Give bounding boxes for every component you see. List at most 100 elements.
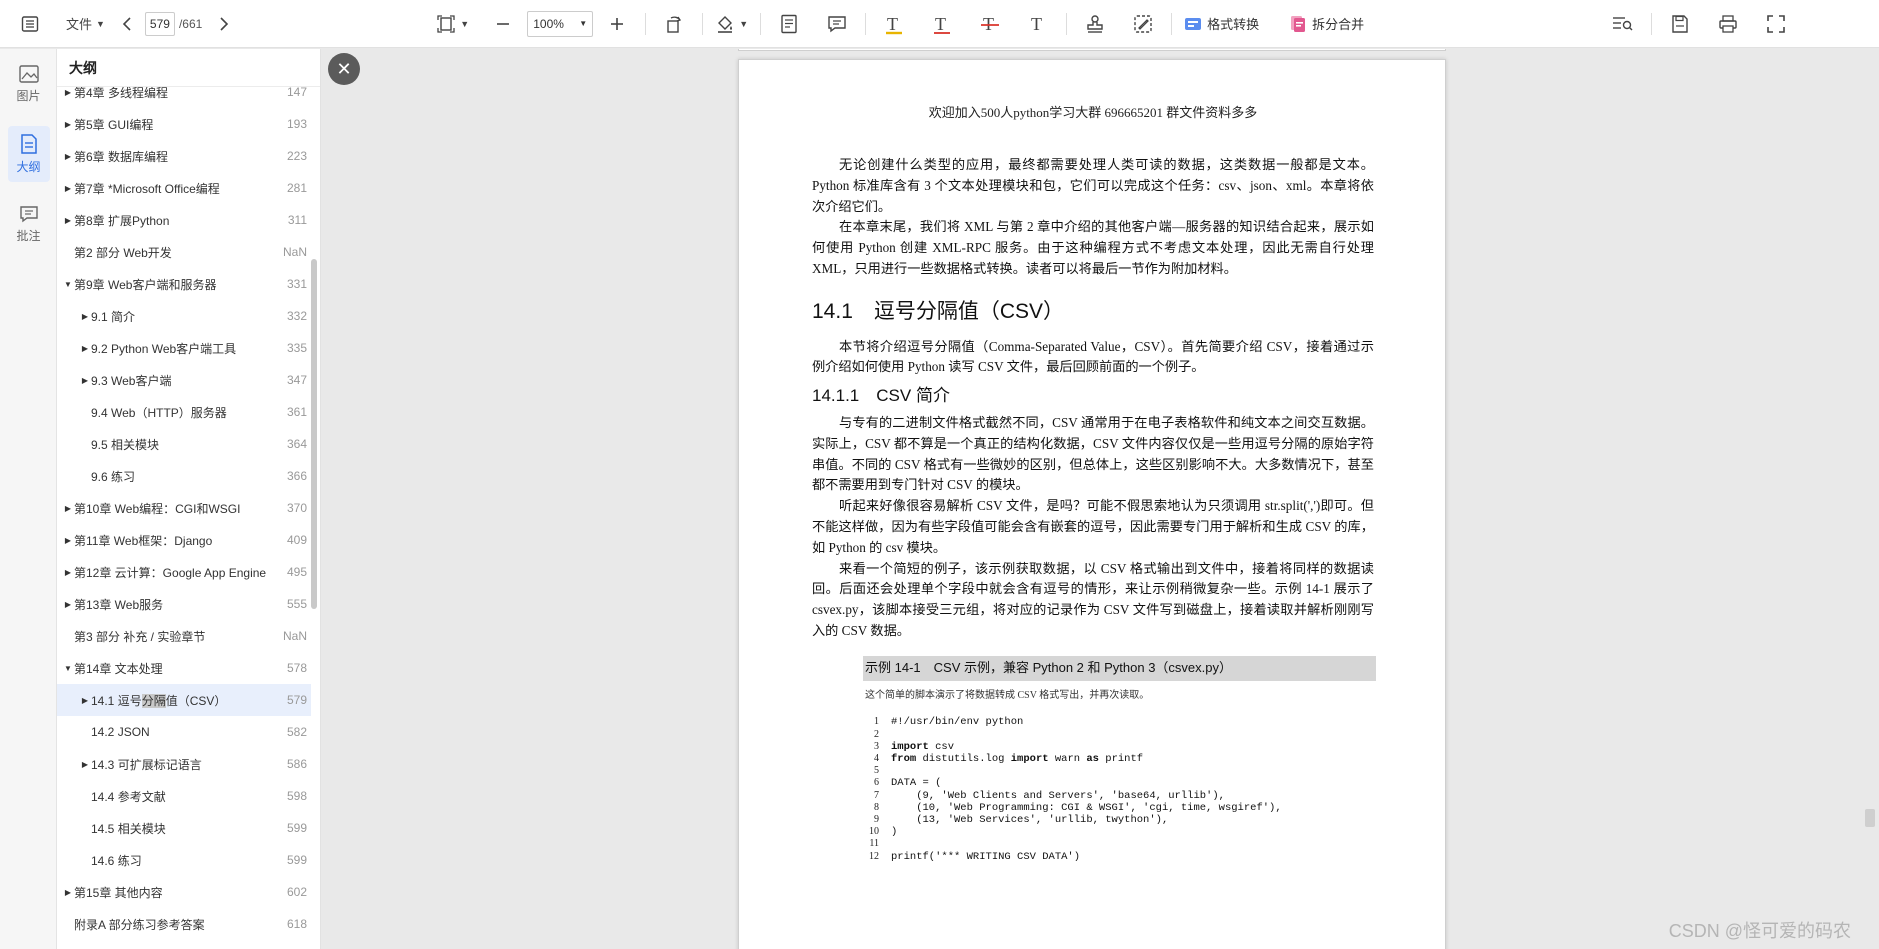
collapsed-arrow-icon[interactable]: ▶ <box>79 344 91 353</box>
example-description: 这个简单的脚本演示了将数据转成 CSV 格式写出，并再次读取。 <box>865 689 1150 701</box>
line-number: 1 <box>874 716 879 728</box>
outline-item[interactable]: 9.5 相关模块 364 <box>57 428 311 460</box>
code-line: 9 (13, 'Web Services', 'urllib, twython'… <box>863 814 1376 826</box>
outline-item[interactable]: 14.4 参考文献 598 <box>57 780 311 812</box>
outline-item[interactable]: ▶ 第13章 Web服务 555 <box>57 588 311 620</box>
strikethrough-text-icon[interactable]: T <box>974 8 1006 40</box>
code-text: (13, 'Web Services', 'urllib, twython'), <box>891 813 1169 826</box>
zoom-select[interactable]: 100% ▼ <box>527 10 594 37</box>
collapsed-arrow-icon[interactable]: ▶ <box>79 760 91 769</box>
outline-item[interactable]: ▶ 14.1 逗号分隔值（CSV） 579 <box>57 684 311 716</box>
prev-page-icon[interactable] <box>111 8 143 40</box>
collapsed-arrow-icon[interactable]: ▶ <box>62 504 74 513</box>
section-heading: 14.1 逗号分隔值（CSV） <box>812 299 1065 323</box>
code-text: printf <box>1098 752 1144 765</box>
highlight-text-icon[interactable]: T <box>878 8 910 40</box>
expanded-arrow-icon[interactable]: ▼ <box>62 664 74 673</box>
insert-text-icon[interactable]: T <box>1022 8 1054 40</box>
signature-icon[interactable] <box>1127 8 1159 40</box>
outline-item-page: 364 <box>286 437 307 451</box>
outline-item[interactable]: ▼ 第14章 文本处理 578 <box>57 652 311 684</box>
expanded-arrow-icon[interactable]: ▼ <box>62 280 74 289</box>
outline-item[interactable]: 第2 部分 Web开发 NaN <box>57 236 311 268</box>
outline-item[interactable]: 14.5 相关模块 599 <box>57 812 311 844</box>
outline-item[interactable]: 附录A 部分练习参考答案 618 <box>57 908 311 940</box>
outline-item[interactable]: ▶ 第6章 数据库编程 223 <box>57 140 311 172</box>
outline-item-label: 第2 部分 Web开发 <box>74 245 172 260</box>
outline-item-page: NaN <box>282 245 307 259</box>
fit-page-icon[interactable]: ▼ <box>436 8 469 40</box>
outline-item-label: 第6章 数据库编程 <box>74 149 169 164</box>
current-page-input[interactable]: 579 <box>144 11 175 36</box>
outline-item-label: 9.6 练习 <box>91 469 136 484</box>
outline-item[interactable]: ▶ 第11章 Web框架：Django 409 <box>57 524 311 556</box>
document-scrollbar[interactable] <box>1865 809 1875 827</box>
outline-item[interactable]: ▶ 第7章 *Microsoft Office编程 281 <box>57 172 311 204</box>
line-number: 8 <box>874 801 879 813</box>
outline-item-label: 14.4 参考文献 <box>91 789 166 804</box>
next-page-icon[interactable] <box>208 8 240 40</box>
document-icon[interactable] <box>773 8 805 40</box>
fill-color-icon[interactable]: ▼ <box>715 8 748 40</box>
outline-item-label: 9.5 相关模块 <box>91 437 160 452</box>
collapsed-arrow-icon[interactable]: ▶ <box>79 696 91 705</box>
outline-item[interactable]: 14.6 练习 599 <box>57 844 311 876</box>
collapsed-arrow-icon[interactable]: ▶ <box>62 152 74 161</box>
collapsed-arrow-icon[interactable]: ▶ <box>79 312 91 321</box>
line-number: 4 <box>874 752 879 764</box>
close-icon: ✕ <box>336 58 352 79</box>
outline-item[interactable]: ▼ 第9章 Web客户端和服务器 331 <box>57 268 311 300</box>
zoom-in-icon[interactable] <box>601 8 633 40</box>
collapsed-arrow-icon[interactable]: ▶ <box>62 184 74 193</box>
collapsed-arrow-icon[interactable]: ▶ <box>62 216 74 225</box>
rotate-icon[interactable] <box>658 8 690 40</box>
outline-item[interactable]: 9.4 Web（HTTP）服务器 361 <box>57 396 311 428</box>
format-convert-button[interactable]: 格式转换 <box>1184 8 1259 40</box>
outline-item[interactable]: ▶ 第5章 GUI编程 193 <box>57 108 311 140</box>
outline-item[interactable]: ▶ 14.3 可扩展标记语言 586 <box>57 748 311 780</box>
zoom-out-icon[interactable] <box>487 8 519 40</box>
fullscreen-icon[interactable] <box>1760 8 1792 40</box>
rail-images[interactable]: 图片 <box>0 49 57 119</box>
outline-item-page: 361 <box>286 405 307 419</box>
outline-item[interactable]: 14.2 JSON 582 <box>57 716 311 748</box>
comment-icon[interactable] <box>821 8 853 40</box>
collapsed-arrow-icon[interactable]: ▶ <box>62 600 74 609</box>
outline-item[interactable]: ▶ 9.1 简介 332 <box>57 300 311 332</box>
collapsed-arrow-icon[interactable]: ▶ <box>62 120 74 129</box>
outline-item[interactable]: ▶ 9.3 Web客户端 347 <box>57 364 311 396</box>
outline-item-page: 331 <box>286 277 307 291</box>
outline-item-page: 579 <box>286 693 307 707</box>
save-icon[interactable] <box>1664 8 1696 40</box>
print-icon[interactable] <box>1712 8 1744 40</box>
divider <box>702 12 704 35</box>
zoom-value: 100% <box>533 16 564 31</box>
outline-item[interactable]: 第3 部分 补充 / 实验章节 NaN <box>57 620 311 652</box>
code-text: distutils.log <box>916 752 1011 765</box>
outline-item[interactable]: ▶ 9.2 Python Web客户端工具 335 <box>57 332 311 364</box>
close-panel-button[interactable]: ✕ <box>328 53 360 85</box>
outline-item[interactable]: ▶ 第15章 其他内容 602 <box>57 876 311 908</box>
outline-item[interactable]: ▶ 第12章 云计算：Google App Engine 495 <box>57 556 311 588</box>
rail-outline[interactable]: 大纲 <box>0 119 57 189</box>
collapsed-arrow-icon[interactable]: ▶ <box>62 88 74 97</box>
search-text-icon[interactable] <box>1607 8 1639 40</box>
outline-item[interactable]: 9.6 练习 366 <box>57 460 311 492</box>
collapsed-arrow-icon[interactable]: ▶ <box>62 568 74 577</box>
split-merge-button[interactable]: 拆分合并 <box>1289 8 1364 40</box>
underline-text-icon[interactable]: T <box>926 8 958 40</box>
outline-scrollbar[interactable] <box>311 259 317 609</box>
sidebar-toggle-icon[interactable] <box>14 8 46 40</box>
stamp-icon[interactable] <box>1079 8 1111 40</box>
outline-item-label: 14.5 相关模块 <box>91 821 166 836</box>
collapsed-arrow-icon[interactable]: ▶ <box>79 376 91 385</box>
collapsed-arrow-icon[interactable]: ▶ <box>62 536 74 545</box>
file-menu-button[interactable]: 文件 ▼ <box>66 8 105 40</box>
outline-item-page: 370 <box>286 501 307 515</box>
outline-item-page: 555 <box>286 597 307 611</box>
example-title: 示例 14-1 CSV 示例，兼容 Python 2 和 Python 3（cs… <box>863 655 1376 681</box>
outline-item[interactable]: ▶ 第8章 扩展Python 311 <box>57 204 311 236</box>
outline-item[interactable]: ▶ 第10章 Web编程：CGI和WSGI 370 <box>57 492 311 524</box>
collapsed-arrow-icon[interactable]: ▶ <box>62 888 74 897</box>
rail-annotations[interactable]: 批注 <box>0 189 57 259</box>
